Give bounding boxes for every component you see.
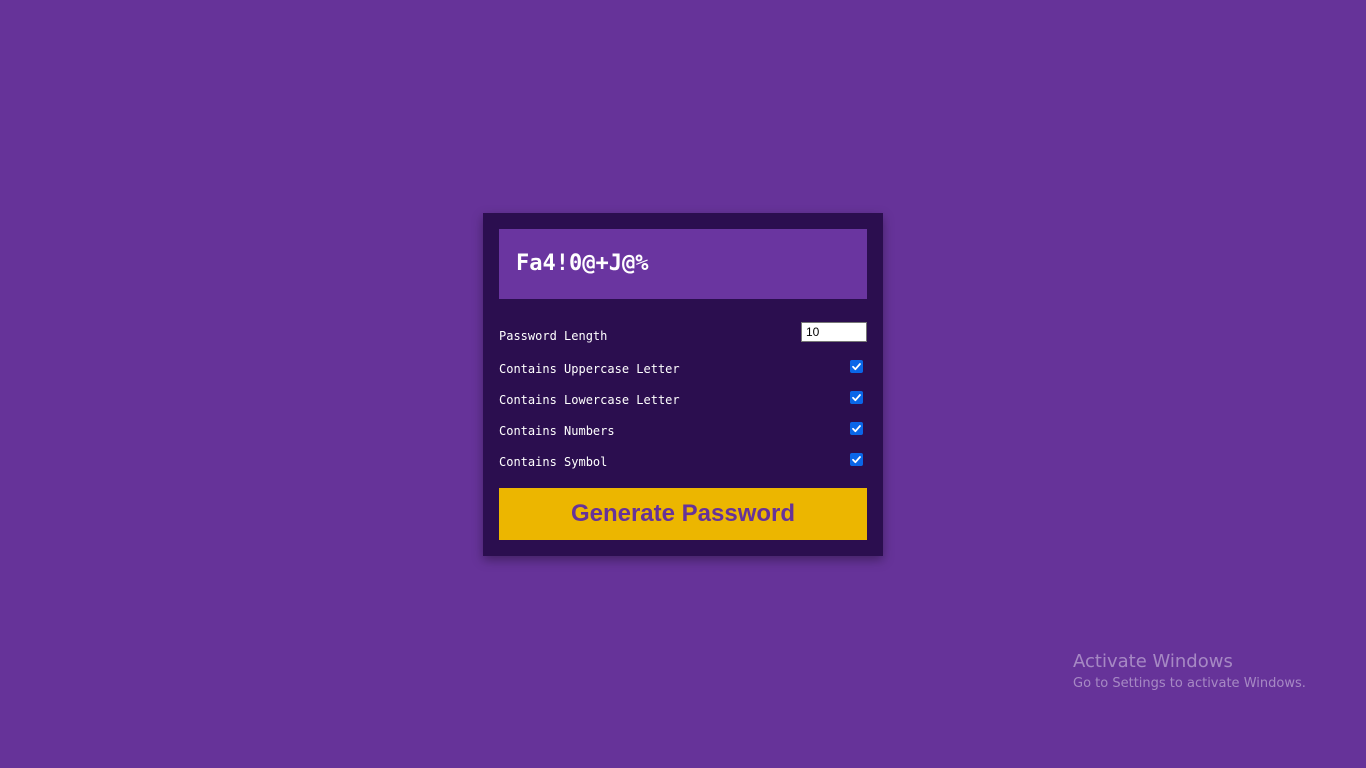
numbers-checkbox[interactable] xyxy=(850,422,863,435)
uppercase-checkbox[interactable] xyxy=(850,360,863,373)
password-generator-card: Fa4!0@+J@% Password Length Contains Uppe… xyxy=(483,213,883,556)
generate-password-button[interactable]: Generate Password xyxy=(499,488,867,540)
lowercase-checkbox[interactable] xyxy=(850,391,863,404)
symbol-label: Contains Symbol xyxy=(499,455,608,469)
watermark-title: Activate Windows xyxy=(1073,651,1233,672)
uppercase-label: Contains Uppercase Letter xyxy=(499,362,680,376)
checkmark-icon xyxy=(852,425,861,433)
setting-numbers: Contains Numbers xyxy=(499,422,867,445)
password-length-label: Password Length xyxy=(499,329,608,343)
password-result-display[interactable]: Fa4!0@+J@% xyxy=(499,229,867,299)
numbers-label: Contains Numbers xyxy=(499,424,615,438)
setting-lowercase: Contains Lowercase Letter xyxy=(499,391,867,414)
checkmark-icon xyxy=(852,394,861,402)
checkmark-icon xyxy=(852,363,861,371)
watermark-subtitle: Go to Settings to activate Windows. xyxy=(1073,676,1306,691)
lowercase-label: Contains Lowercase Letter xyxy=(499,393,680,407)
symbol-checkbox[interactable] xyxy=(850,453,863,466)
activate-windows-watermark: Activate Windows Go to Settings to activ… xyxy=(1073,651,1306,693)
setting-password-length: Password Length xyxy=(499,322,867,350)
checkmark-icon xyxy=(852,456,861,464)
setting-symbol: Contains Symbol xyxy=(499,453,867,476)
password-length-input[interactable] xyxy=(801,322,867,342)
setting-uppercase: Contains Uppercase Letter xyxy=(499,360,867,383)
